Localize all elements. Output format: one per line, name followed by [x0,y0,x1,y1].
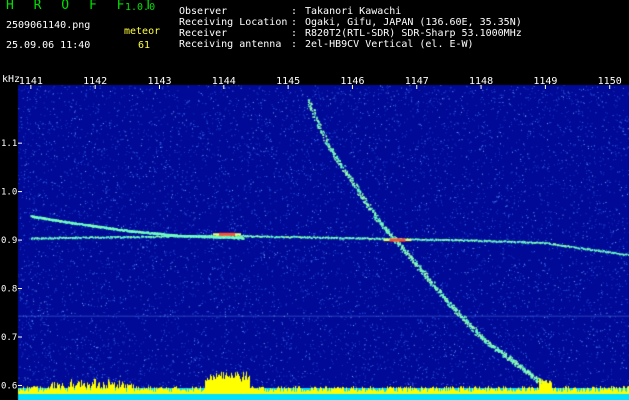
mode-label: meteor [124,26,161,37]
app-version: 1.0.0 [125,2,156,13]
observation-datetime: 25.09.06 11:40 [6,40,91,51]
x-tick-label: 1149 [533,76,557,87]
y-tick-label: 0.7 [1,333,17,343]
antenna-value: 2el-HB9CV Vertical (el. E-W) [305,39,474,50]
x-tick-label: 1147 [405,76,429,87]
detection-count: 61 [138,40,151,51]
header-panel: H R O F F T 1.0.0 2509061140.png meteor … [0,0,629,75]
x-tick-label: 1144 [212,76,236,87]
x-tick-label: 1143 [147,76,171,87]
x-tick-label: 1146 [340,76,364,87]
image-filename: 2509061140.png [6,20,91,31]
x-tick-label: 1150 [598,76,622,87]
x-tick-label: 1142 [83,76,107,87]
y-tick-label: 1.0 [1,188,17,198]
x-tick-label: 1148 [469,76,493,87]
y-tick-label: 0.8 [1,285,17,295]
y-unit-label: kHz [2,75,20,85]
spectrogram-axes: kHz1141 1142 1143 1144 1145 1146 1147 1148 1149 1… [1,75,622,391]
y-tick-label: 1.1 [1,139,17,149]
y-tick-label: 0.6 [1,381,17,391]
x-tick-label: 1145 [276,76,300,87]
antenna-sep: : [291,39,298,50]
y-tick-label: 0.9 [1,236,17,246]
x-tick-label: 1141 [19,76,43,87]
antenna-label: Receiving antenna [179,39,282,50]
